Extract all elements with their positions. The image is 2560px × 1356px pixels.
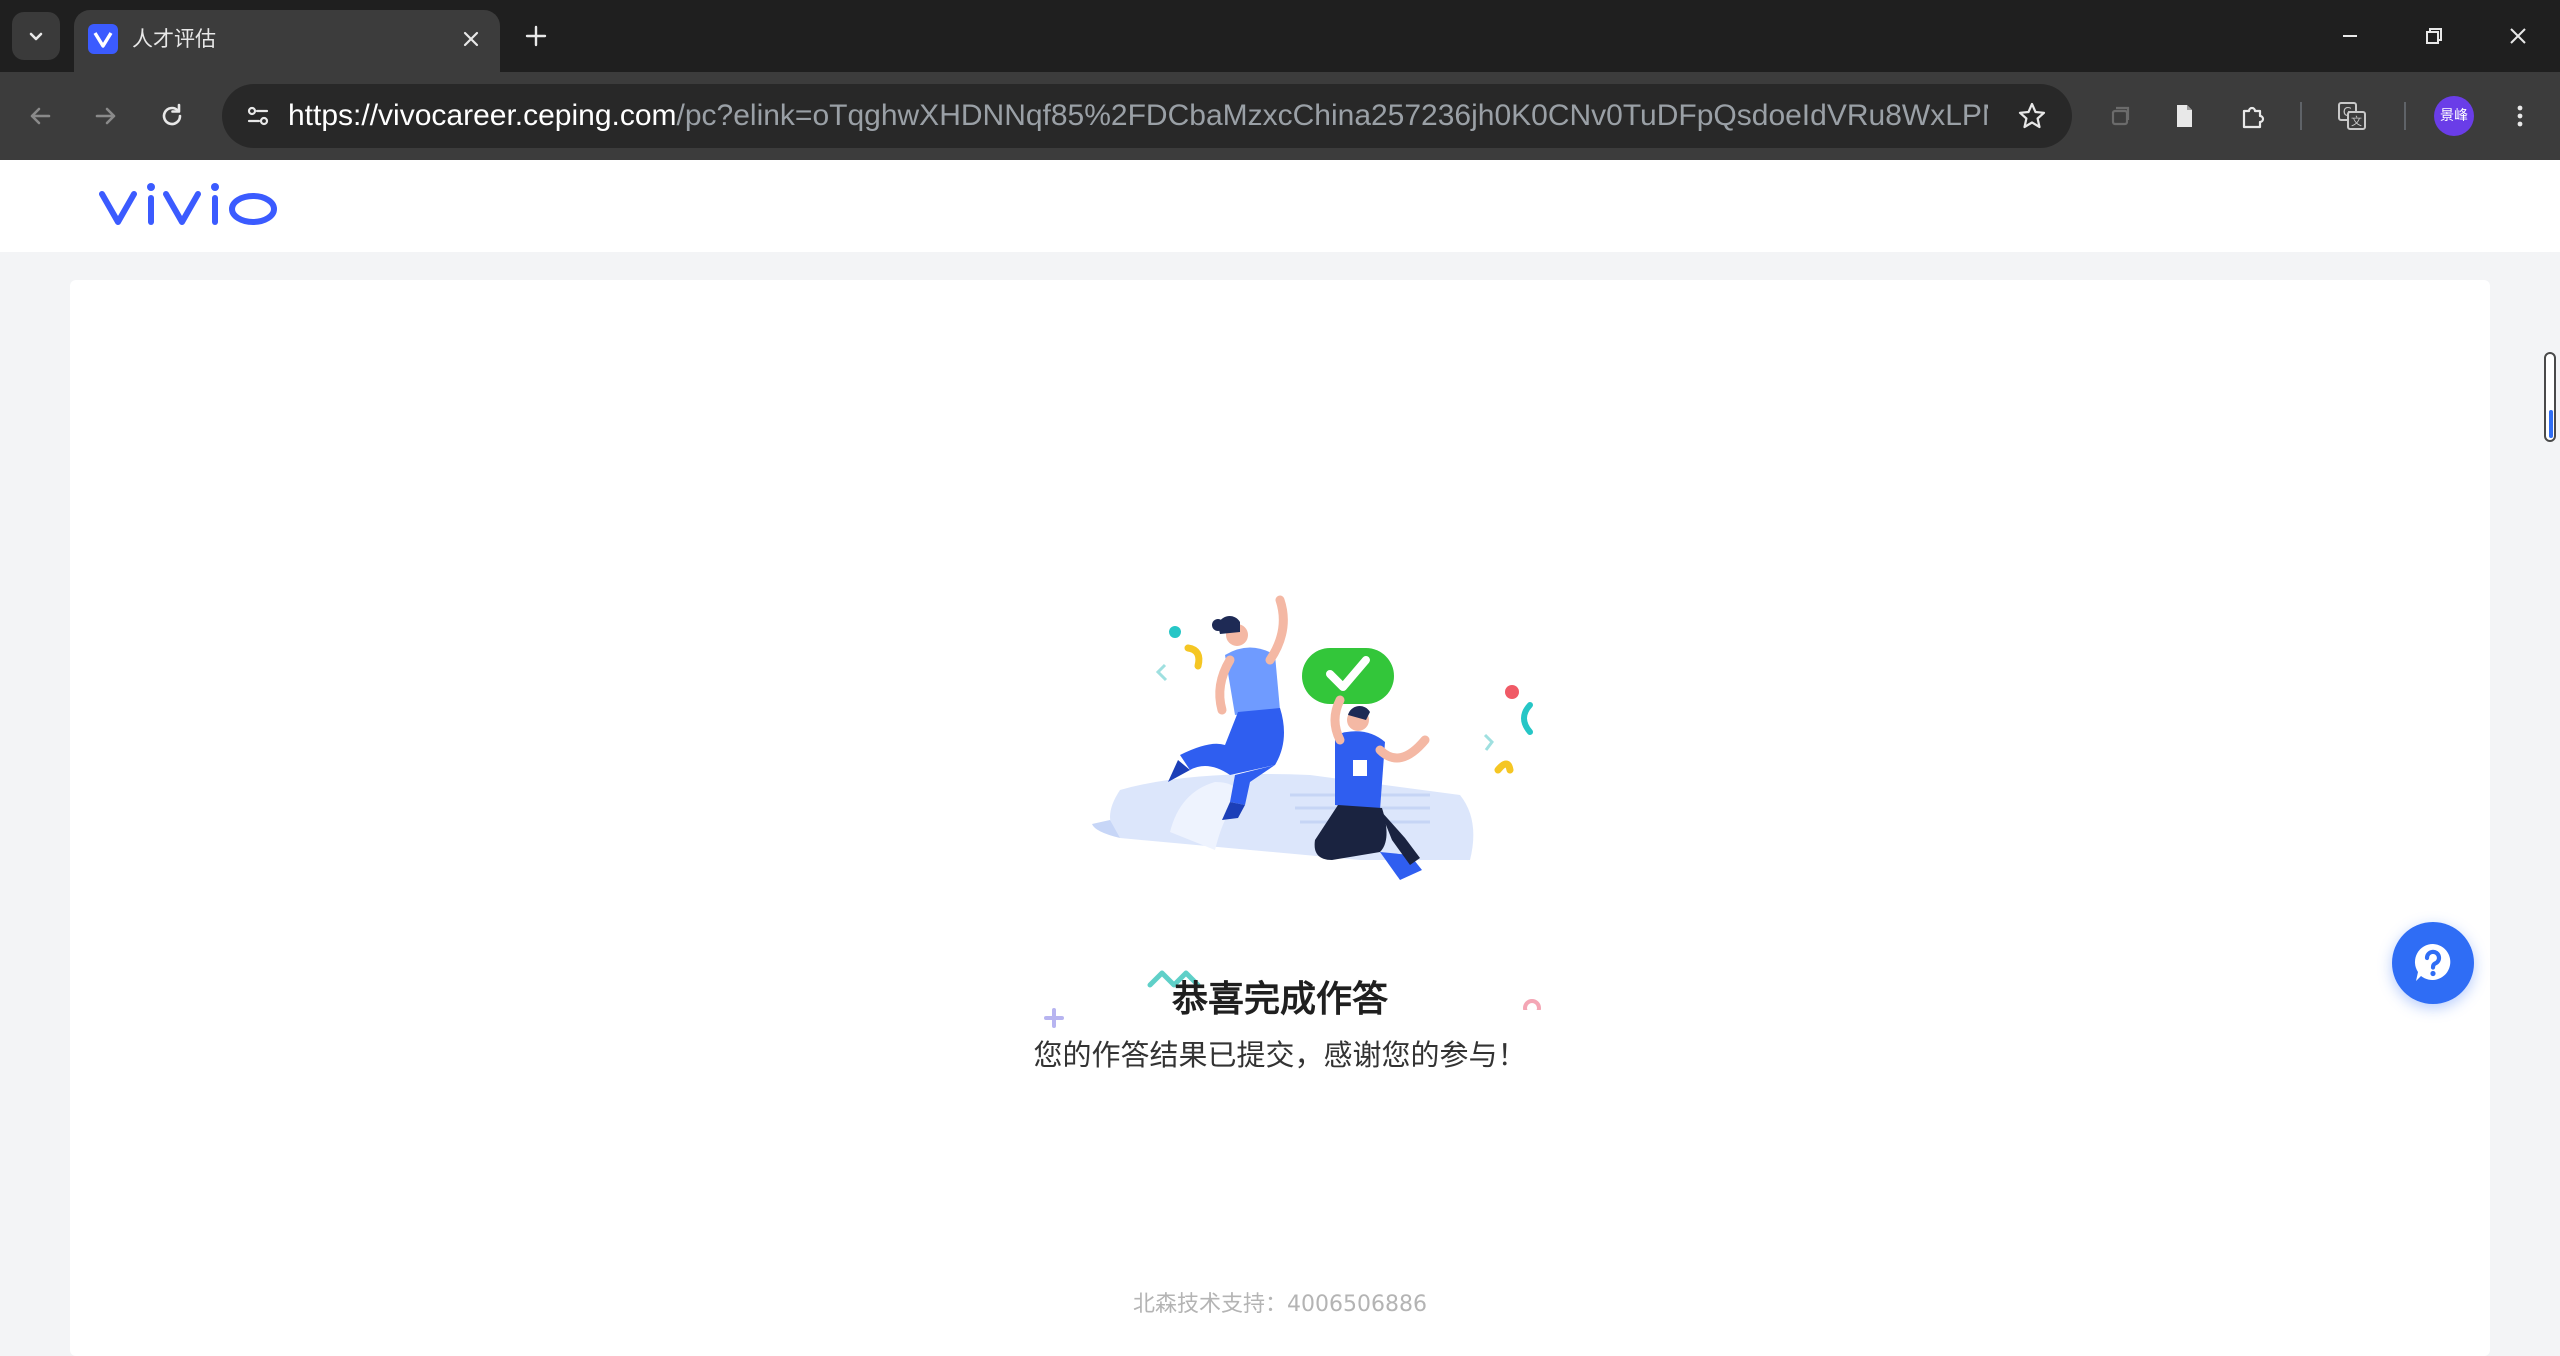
restore-window-button[interactable] <box>2404 12 2464 60</box>
star-icon <box>2018 102 2046 129</box>
forward-button[interactable] <box>82 92 130 140</box>
close-tab-button[interactable] <box>454 22 488 56</box>
logo-text: vivo <box>96 176 98 177</box>
close-window-button[interactable] <box>2488 12 2548 60</box>
paper-scroll <box>1110 774 1474 860</box>
chevron-down-icon <box>29 32 43 41</box>
bookmark-button[interactable] <box>2010 94 2054 138</box>
address-bar[interactable]: https://vivocareer.ceping.com/pc?elink=o… <box>222 84 2072 148</box>
document-icon <box>2177 105 2192 127</box>
url-host: https://vivocareer.ceping.com <box>288 99 677 132</box>
celebration-illustration <box>1092 595 1541 1010</box>
browser-toolbar: https://vivocareer.ceping.com/pc?elink=o… <box>0 72 2560 160</box>
tab-title: 人才评估 <box>132 27 216 51</box>
page-scrollbar-thumb[interactable] <box>2549 410 2553 438</box>
arrow-right-icon <box>95 107 116 125</box>
technical-support-text: 北森技术支持：4006506886 <box>1133 1292 1427 1317</box>
result-title: 恭喜完成作答 <box>1171 979 1388 1020</box>
result-card: 恭喜完成作答 您的作答结果已提交，感谢您的参与！ 北森技术支持：40065068… <box>70 280 2490 1356</box>
puzzle-icon <box>2242 106 2265 129</box>
question-mark-icon <box>2414 943 2451 981</box>
right-jumping-person <box>1302 648 1430 880</box>
reload-icon <box>162 103 182 126</box>
extensions-button[interactable] <box>2230 92 2278 140</box>
svg-text:文: 文 <box>2351 114 2362 128</box>
profile-avatar[interactable]: 景峰 <box>2434 96 2474 136</box>
close-icon <box>463 31 479 47</box>
site-header: vivo <box>0 160 2560 252</box>
vivo-logo[interactable]: vivo <box>96 176 286 236</box>
close-icon <box>2510 28 2526 44</box>
tab-groups-icon <box>2111 106 2130 126</box>
plus-icon <box>525 25 547 47</box>
reload-button[interactable] <box>148 92 196 140</box>
site-info-button[interactable] <box>236 94 280 138</box>
help-button[interactable] <box>2392 922 2474 1004</box>
active-tab[interactable]: 人才评估 <box>74 10 500 72</box>
browser-menu-button[interactable] <box>2496 92 2544 140</box>
translate-button[interactable]: G 文 <box>2328 92 2376 140</box>
new-tab-button[interactable] <box>516 16 556 56</box>
result-description: 您的作答结果已提交，感谢您的参与！ <box>1033 1038 1527 1072</box>
url-text[interactable]: https://vivocareer.ceping.com/pc?elink=o… <box>288 84 1988 148</box>
restore-icon <box>2426 28 2442 44</box>
more-vertical-icon <box>2517 105 2523 127</box>
translate-icon: G 文 <box>2338 102 2366 130</box>
url-path: /pc?elink=oTqghwXHDNNqf85%2FDCbaMzxcChin… <box>676 99 1988 132</box>
tune-icon <box>247 106 269 126</box>
tab-search-button[interactable] <box>12 12 60 60</box>
toolbar-divider <box>2404 102 2406 130</box>
reading-mode-button[interactable] <box>2160 92 2208 140</box>
browser-tab-strip: 人才评估 <box>0 0 2560 72</box>
minimize-window-button[interactable] <box>2320 12 2380 60</box>
minimize-icon <box>2343 35 2357 37</box>
vivo-favicon-icon <box>88 24 118 54</box>
toolbar-divider <box>2300 102 2302 130</box>
arrow-left-icon <box>30 107 51 125</box>
tab-groups-button[interactable] <box>2096 92 2144 140</box>
back-button[interactable] <box>16 92 64 140</box>
